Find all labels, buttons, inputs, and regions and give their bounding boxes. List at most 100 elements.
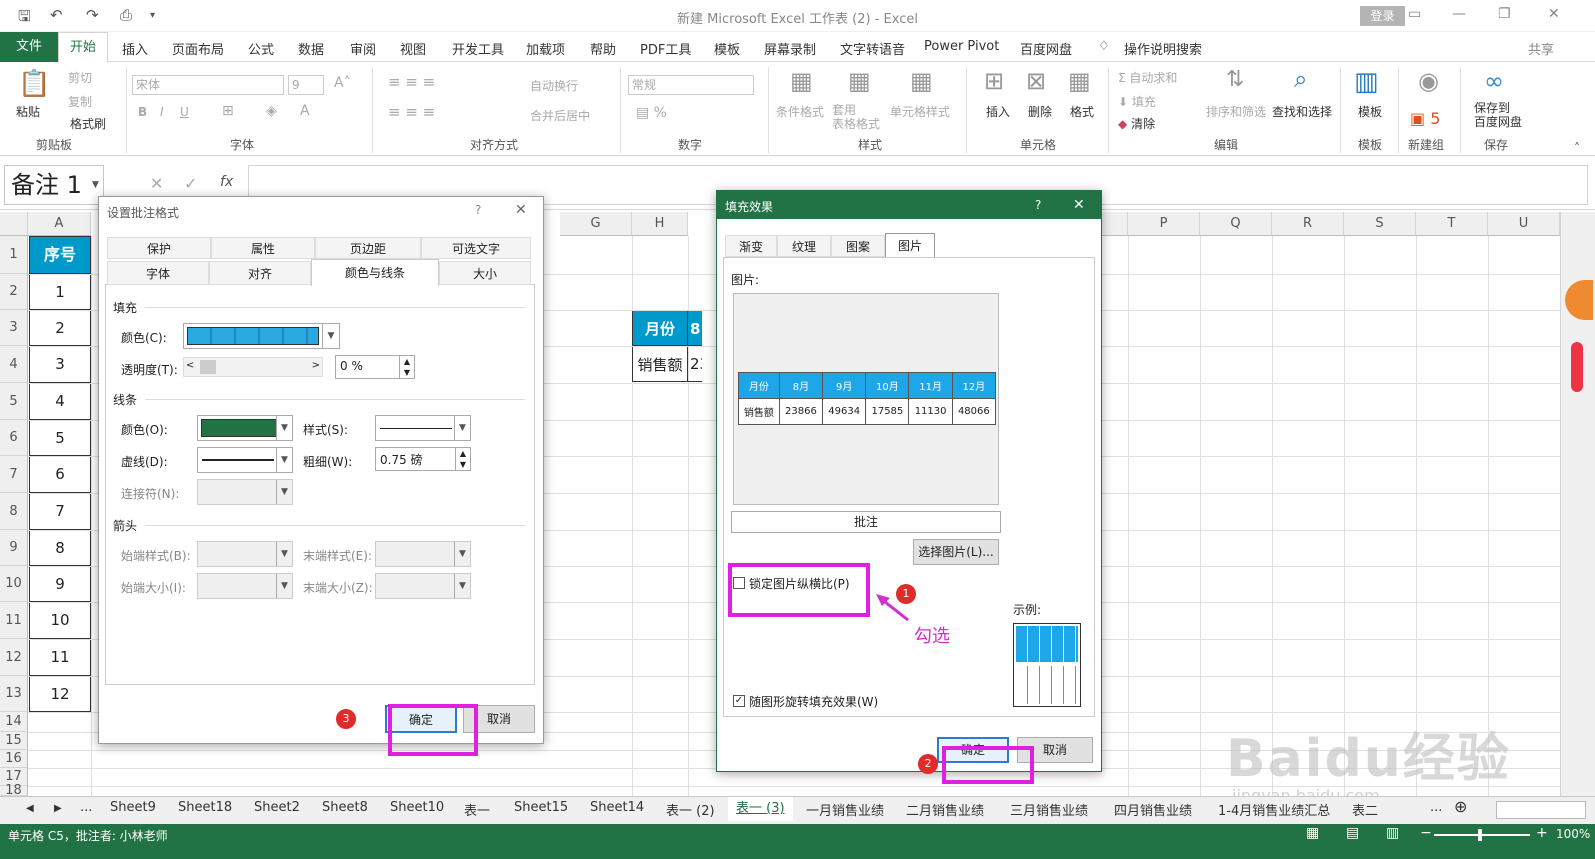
paste-icon[interactable]: 📋 bbox=[18, 69, 50, 99]
name-box[interactable]: 备注 1 bbox=[4, 165, 104, 205]
save-to-baidu-button[interactable]: 保存到 百度网盘 bbox=[1474, 101, 1522, 129]
merge-center-button[interactable]: 合并后居中 bbox=[530, 107, 590, 124]
fill-button[interactable]: ⬇ 填充 bbox=[1118, 93, 1156, 110]
col-header-s[interactable]: S bbox=[1344, 212, 1416, 236]
weight-input[interactable]: 0.75 磅 bbox=[375, 447, 457, 471]
page-break-view-icon[interactable]: ▥ bbox=[1386, 825, 1399, 841]
ribbon-display-icon[interactable]: ▭ bbox=[1408, 6, 1421, 22]
conditional-format-button[interactable]: 条件格式 bbox=[776, 103, 824, 120]
tab-protection[interactable]: 保护 bbox=[107, 237, 211, 259]
sheet-tab[interactable]: 表一 bbox=[464, 800, 490, 819]
chevron-down-icon[interactable]: ▼ bbox=[276, 480, 292, 504]
sort-filter-icon[interactable]: ⇅ bbox=[1226, 67, 1244, 92]
add-sheet-icon[interactable]: ⊕ bbox=[1454, 797, 1467, 816]
grow-font-icon[interactable]: A˄ bbox=[334, 75, 351, 91]
sheet-tab[interactable]: 表一 (2) bbox=[666, 800, 715, 819]
sheet-tab[interactable]: 一月销售业绩 bbox=[806, 800, 884, 819]
normal-view-icon[interactable]: ▦ bbox=[1306, 825, 1319, 841]
col-header-h[interactable]: H bbox=[632, 212, 688, 236]
tab-alt-text[interactable]: 可选文字 bbox=[421, 237, 531, 259]
rotate-fill-label[interactable]: 随图形旋转填充效果(W) bbox=[749, 693, 878, 710]
cell-col-a[interactable]: 4 bbox=[29, 383, 91, 420]
prev-sheet-icon[interactable]: ◀ bbox=[26, 803, 34, 814]
cell-h4[interactable]: 销售额 bbox=[632, 346, 688, 382]
row-header[interactable]: 6 bbox=[0, 420, 28, 456]
zoom-slider[interactable] bbox=[1434, 829, 1530, 841]
align-top-icon[interactable]: ≡ ≡ ≡ bbox=[388, 73, 435, 91]
cell-col-a[interactable]: 9 bbox=[29, 566, 91, 602]
underline-button[interactable]: U bbox=[180, 105, 189, 119]
sheet-tab[interactable]: 表二 bbox=[1352, 800, 1378, 819]
chevron-down-icon[interactable]: ▼ bbox=[322, 323, 340, 349]
col-header-q[interactable]: Q bbox=[1200, 212, 1272, 236]
format-painter-button[interactable]: 格式刷 bbox=[70, 115, 106, 132]
delete-cells-icon[interactable]: ⊠ bbox=[1026, 67, 1046, 95]
row-header[interactable]: 14 bbox=[0, 712, 28, 732]
autosum-button[interactable]: Σ 自动求和 bbox=[1118, 69, 1177, 86]
cell-col-a[interactable]: 2 bbox=[29, 310, 91, 346]
menu-help[interactable]: 帮助 bbox=[590, 39, 616, 58]
row-header[interactable]: 13 bbox=[0, 676, 28, 712]
find-select-button[interactable]: 查找和选择 bbox=[1272, 103, 1332, 120]
more-sheets-right-icon[interactable]: ... bbox=[1430, 800, 1442, 815]
row-header[interactable]: 16 bbox=[0, 750, 28, 768]
paste-button[interactable]: 粘贴 bbox=[16, 103, 40, 120]
menu-file[interactable]: 文件 bbox=[0, 32, 58, 62]
horizontal-scrollbar[interactable] bbox=[1496, 801, 1586, 819]
cell-style-button[interactable]: 单元格样式 bbox=[890, 103, 950, 120]
row-header[interactable]: 11 bbox=[0, 602, 28, 639]
menu-template[interactable]: 模板 bbox=[714, 39, 740, 58]
close-icon[interactable]: ✕ bbox=[1548, 6, 1560, 22]
end-style-select[interactable]: ▼ bbox=[375, 541, 471, 567]
cell-col-a[interactable]: 11 bbox=[29, 639, 91, 676]
sort-filter-button[interactable]: 排序和筛选 bbox=[1206, 103, 1266, 120]
insert-cells-button[interactable]: 插入 bbox=[986, 103, 1010, 120]
chevron-down-icon[interactable]: ▼ bbox=[276, 542, 292, 566]
menu-tts[interactable]: 文字转语音 bbox=[840, 39, 905, 58]
select-all-corner[interactable] bbox=[0, 212, 28, 236]
rotate-fill-checkbox[interactable]: ✓ bbox=[733, 695, 745, 707]
tab-gradient[interactable]: 渐变 bbox=[725, 235, 777, 257]
sheet-tab[interactable]: 二月销售业绩 bbox=[906, 800, 984, 819]
row-header[interactable]: 5 bbox=[0, 383, 28, 420]
format-cells-icon[interactable]: ▦ bbox=[1068, 67, 1091, 95]
sheet-tab[interactable]: Sheet8 bbox=[322, 800, 368, 815]
sheet-tab[interactable]: Sheet10 bbox=[390, 800, 444, 815]
floating-widget-icon[interactable] bbox=[1565, 280, 1593, 320]
row-header[interactable]: 1 bbox=[0, 236, 28, 274]
next-sheet-icon[interactable]: ▶ bbox=[54, 803, 62, 814]
cell-style-icon[interactable]: ▦ bbox=[910, 67, 933, 95]
baidu-pan-icon[interactable]: ∞ bbox=[1484, 67, 1504, 95]
menu-power-pivot[interactable]: Power Pivot bbox=[924, 39, 999, 54]
bold-button[interactable]: B bbox=[138, 105, 147, 119]
confirm-entry-icon[interactable]: ✓ bbox=[184, 174, 197, 193]
align-left-icon[interactable]: ≡ ≡ ≡ bbox=[388, 103, 435, 121]
sheet-tab[interactable]: Sheet9 bbox=[110, 800, 156, 815]
cell-col-a[interactable]: 3 bbox=[29, 346, 91, 383]
col-header-p[interactable]: P bbox=[1128, 212, 1200, 236]
border-icon[interactable]: ⊞ bbox=[222, 103, 234, 119]
zoom-in-icon[interactable]: + bbox=[1536, 825, 1548, 841]
select-picture-button[interactable]: 选择图片(L)... bbox=[913, 539, 999, 565]
template-button[interactable]: 模板 bbox=[1358, 103, 1382, 120]
menu-home[interactable]: 开始 bbox=[58, 32, 108, 63]
sheet-tab[interactable]: Sheet14 bbox=[590, 800, 644, 815]
transparency-value-input[interactable]: 0 % bbox=[335, 355, 405, 379]
maximize-icon[interactable]: ❐ bbox=[1498, 6, 1511, 22]
login-button[interactable]: 登录 bbox=[1360, 6, 1405, 26]
insert-cells-icon[interactable]: ⊞ bbox=[984, 67, 1004, 95]
tab-font[interactable]: 字体 bbox=[107, 261, 209, 285]
fill-color-select[interactable]: ▼ bbox=[183, 323, 340, 349]
row-header[interactable]: 18 bbox=[0, 784, 28, 796]
zoom-level[interactable]: 100% bbox=[1556, 827, 1590, 841]
find-select-icon[interactable]: ⌕ bbox=[1294, 65, 1307, 93]
row-header[interactable]: 15 bbox=[0, 732, 28, 750]
cell-col-a[interactable]: 12 bbox=[29, 676, 91, 712]
sheet-tab[interactable]: Sheet15 bbox=[514, 800, 568, 815]
pdf-h5-icon[interactable]: ▣ 5 bbox=[1410, 109, 1440, 128]
menu-baidu-pan[interactable]: 百度网盘 bbox=[1020, 39, 1072, 58]
camera-icon[interactable]: ◉ bbox=[1418, 67, 1439, 95]
font-color-icon[interactable]: A bbox=[300, 103, 310, 119]
col-header-u[interactable]: U bbox=[1488, 212, 1560, 236]
cut-button[interactable]: 剪切 bbox=[68, 69, 92, 86]
